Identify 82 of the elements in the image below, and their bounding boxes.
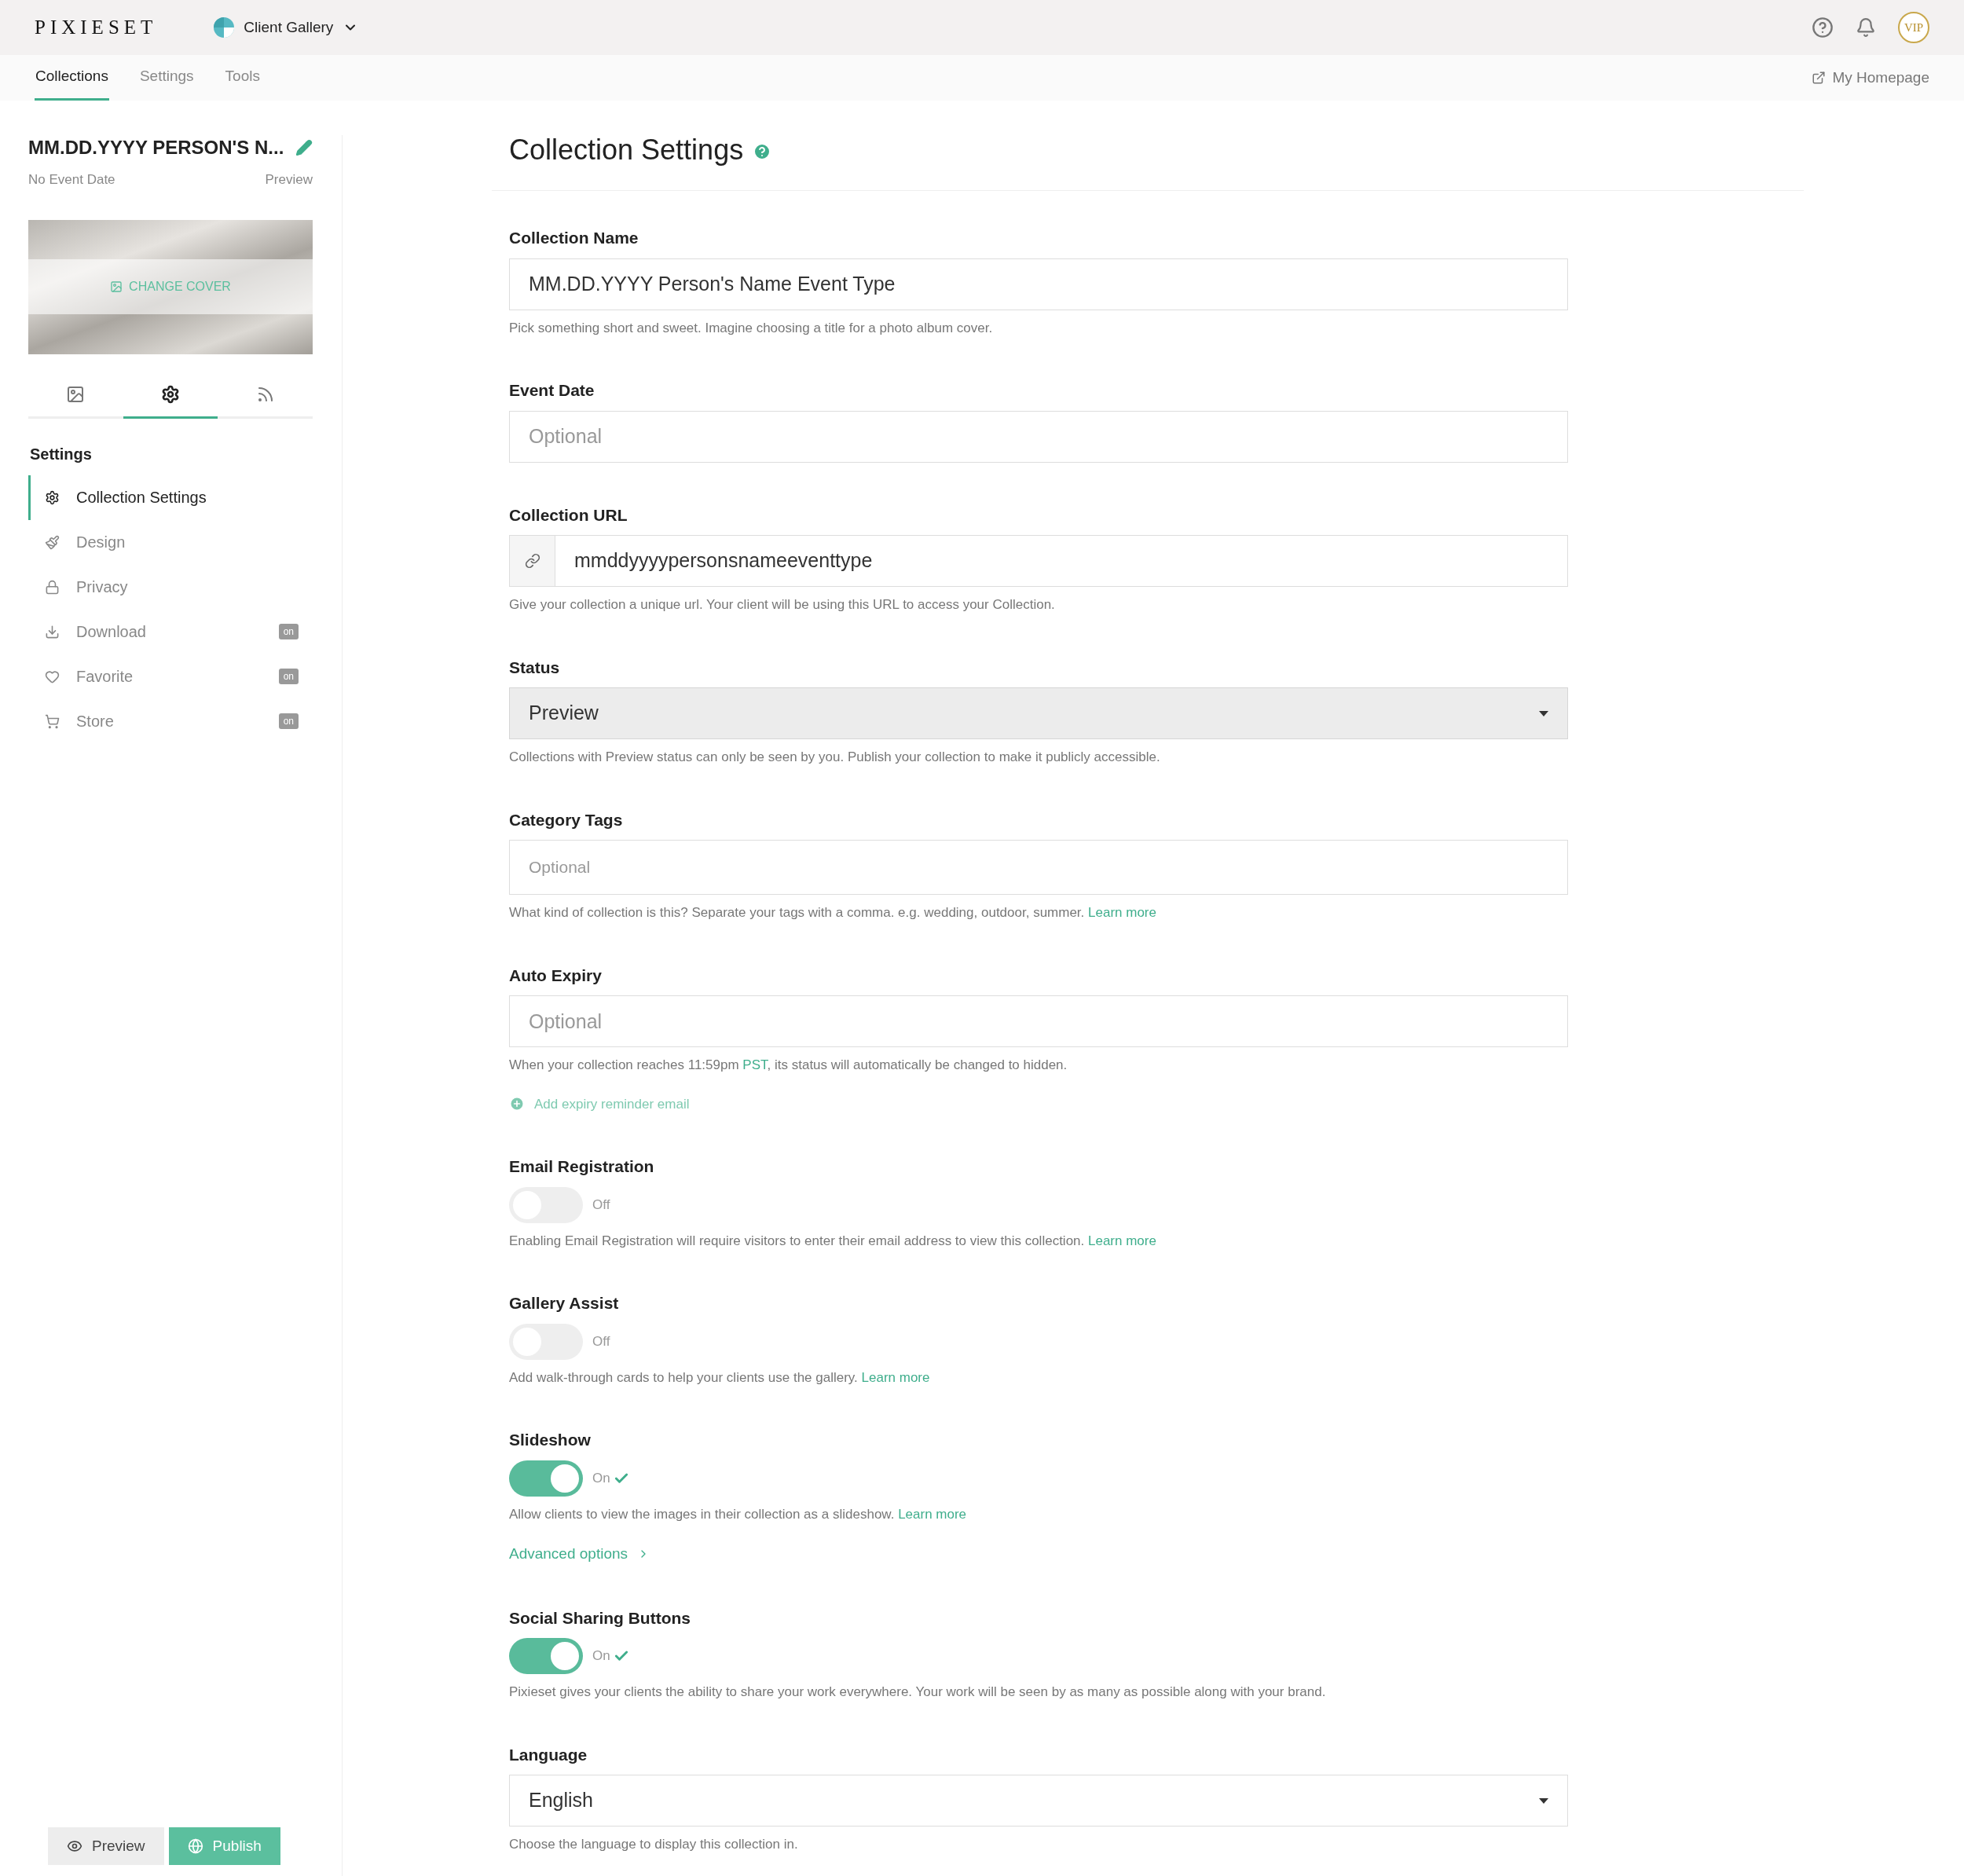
help-text: Enabling Email Registration will require visitors to enter their email address to view this collection. Learn more (509, 1232, 1157, 1250)
page-title: Collection Settings (509, 133, 744, 167)
sidebar-item[interactable]: Collection Settings (28, 474, 313, 520)
gear-icon (161, 385, 180, 404)
help-text: Give your collection a unique url. Your client will be using this URL to access your Collection. (509, 596, 1056, 614)
field-label: Event Date (509, 380, 595, 401)
help-text: When your collection reaches 11:59pm PST, its status will automatically be changed to hidden. (509, 1057, 1068, 1074)
collection-title: MM.DD.YYYY PERSON'S N... (28, 136, 284, 159)
help-text: Pick something short and sweet. Imagine choosing a title for a photo album cover. (509, 319, 994, 337)
gear-icon (45, 489, 60, 505)
app-switcher[interactable]: Client Gallery (214, 16, 359, 39)
field-label: Slideshow (509, 1430, 592, 1450)
brush-icon (45, 534, 60, 550)
text-field[interactable]: Optional (509, 410, 1568, 463)
sidebar-item[interactable]: Store on (28, 698, 313, 744)
link[interactable]: Learn more (1088, 1233, 1156, 1248)
toggle-state: Off (592, 1332, 610, 1350)
help-text: Collections with Preview status can only be seen by you. Publish your collection to make it publicly accessible. (509, 749, 1161, 766)
help-text: Allow clients to view the images in their collection as a slideshow. Learn more (509, 1505, 968, 1523)
field-label: Status (509, 657, 561, 678)
publish-button[interactable]: Publish (168, 1827, 280, 1865)
toggle-switch[interactable] (509, 1638, 583, 1674)
field-label: Social Sharing Buttons (509, 1607, 692, 1629)
link[interactable]: Learn more (898, 1506, 967, 1522)
text-field[interactable]: Optional (509, 840, 1568, 895)
field-label: Language (509, 1744, 588, 1765)
link[interactable]: PST (742, 1057, 768, 1072)
help-text: Pixieset gives your clients the ability to share your work everywhere. Your work will be seen by as many as possible along with your brand. (509, 1684, 1327, 1701)
event-date: No Event Date (28, 171, 115, 189)
toggle-state: On (592, 1647, 610, 1665)
field-label: Collection Name (509, 228, 639, 248)
image-icon (66, 385, 86, 404)
field-label: Auto Expiry (509, 965, 603, 986)
caret-icon (1539, 710, 1548, 716)
gallery-logo-icon (214, 17, 235, 38)
homepage-link[interactable]: My Homepage (1812, 55, 1929, 101)
bell-icon[interactable] (1856, 17, 1876, 38)
field-label: Email Registration (509, 1156, 655, 1177)
on-badge: on (278, 669, 299, 684)
pencil-icon[interactable] (295, 139, 313, 156)
text-field[interactable]: MM.DD.YYYY Person's Name Event Type (509, 258, 1568, 310)
field-label: Collection URL (509, 504, 628, 526)
cart-icon (45, 713, 60, 729)
link[interactable]: Learn more (1088, 905, 1156, 920)
nav-tab[interactable]: Tools (224, 55, 261, 101)
toggle-state: On (592, 1469, 610, 1487)
download-icon (45, 624, 60, 639)
on-badge: on (278, 624, 299, 639)
eye-icon (67, 1838, 82, 1854)
vip-avatar[interactable]: VIP (1898, 12, 1929, 43)
link-icon (524, 553, 540, 569)
logo: PIXIESET (35, 16, 158, 40)
toggle-state: Off (592, 1196, 610, 1214)
heart-icon (45, 669, 60, 684)
advanced-options-link[interactable]: Advanced options (509, 1543, 650, 1566)
help-text: What kind of collection is this? Separate your tags with a comma. e.g. wedding, outdoor, summer. Learn more (509, 904, 1157, 922)
sidebar-item[interactable]: Favorite on (28, 654, 313, 699)
on-badge: on (278, 713, 299, 729)
section-heading: Settings (30, 444, 93, 464)
sidebar-item[interactable]: Design (28, 519, 313, 565)
caret-icon (1539, 1797, 1548, 1804)
sidebar-item[interactable]: Privacy (28, 564, 313, 610)
field-label: Category Tags (509, 809, 624, 830)
status-text: Preview (265, 171, 313, 189)
globe-icon (187, 1838, 203, 1854)
nav-tab[interactable]: Collections (35, 55, 109, 101)
link[interactable]: Learn more (861, 1369, 930, 1385)
external-link-icon (1812, 71, 1827, 85)
nav-tab[interactable]: Settings (138, 55, 195, 101)
toggle-switch[interactable] (509, 1460, 583, 1497)
field-label: Gallery Assist (509, 1293, 620, 1314)
select-field[interactable]: English (509, 1775, 1568, 1827)
lock-icon (45, 579, 60, 595)
plus-icon (509, 1096, 525, 1112)
add-reminder-link[interactable]: Add expiry reminder email (509, 1094, 690, 1114)
preview-button[interactable]: Preview (48, 1827, 164, 1865)
help-text: Choose the language to display this collection in. (509, 1836, 799, 1853)
image-icon (110, 280, 123, 293)
help-icon[interactable] (1812, 16, 1834, 38)
help-text: Add walk-through cards to help your clients use the gallery. Learn more (509, 1369, 931, 1387)
sidebar-item[interactable]: Download on (28, 609, 313, 654)
text-field[interactable]: Optional (509, 995, 1568, 1047)
